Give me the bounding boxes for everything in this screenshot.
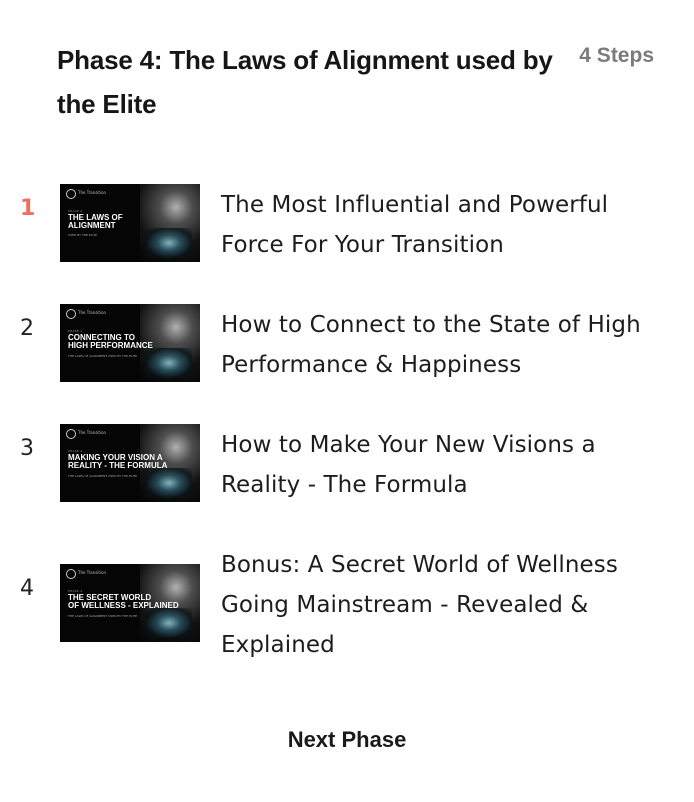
phase-title: Phase 4: The Laws of Alignment used by t… (57, 45, 553, 119)
step-item-2[interactable]: 2 The Transition PHASE 4 CONNECTING TO H… (0, 304, 694, 384)
thumbnail-subtitle: THE LAWS OF ALIGNMENT USED BY THE ELITE (68, 614, 138, 618)
thumbnail-image-decoration (146, 608, 192, 638)
step-title[interactable]: The Most Influential and Powerful Force … (221, 185, 671, 265)
step-thumbnail[interactable]: The Transition PHASE 4 MAKING YOUR VISIO… (60, 424, 200, 502)
thumbnail-brand: The Transition (78, 570, 107, 575)
circle-logo-icon (66, 309, 76, 319)
step-number: 1 (20, 196, 36, 221)
thumbnail-subtitle: THE LAWS OF ALIGNMENT USED BY THE ELITE (68, 354, 138, 358)
step-title[interactable]: How to Connect to the State of High Perf… (221, 305, 671, 385)
thumbnail-subtitle: USED BY THE ELITE (68, 233, 98, 237)
thumbnail-heading: CONNECTING TO HIGH PERFORMANCE (68, 333, 153, 350)
step-item-1[interactable]: 1 The Transition PHASE 4 THE LAWS OF ALI… (0, 184, 694, 264)
circle-logo-icon (66, 569, 76, 579)
thumbnail-heading: THE SECRET WORLD OF WELLNESS - EXPLAINED (68, 593, 179, 610)
step-number: 4 (20, 576, 34, 601)
circle-logo-icon (66, 189, 76, 199)
thumbnail-image-decoration (146, 348, 192, 378)
thumbnail-image-decoration (146, 228, 192, 258)
step-thumbnail[interactable]: The Transition PHASE 4 THE LAWS OF ALIGN… (60, 184, 200, 262)
step-number: 3 (20, 436, 34, 461)
step-item-4[interactable]: 4 The Transition PHASE 4 THE SECRET WORL… (0, 544, 694, 664)
step-thumbnail[interactable]: The Transition PHASE 4 THE SECRET WORLD … (60, 564, 200, 642)
thumbnail-brand: The Transition (78, 310, 107, 315)
circle-logo-icon (66, 429, 76, 439)
step-title[interactable]: How to Make Your New Visions a Reality -… (221, 425, 671, 505)
step-thumbnail[interactable]: The Transition PHASE 4 CONNECTING TO HIG… (60, 304, 200, 382)
thumbnail-image-decoration (146, 468, 192, 498)
step-number: 2 (20, 316, 34, 341)
thumbnail-brand: The Transition (78, 430, 107, 435)
step-item-3[interactable]: 3 The Transition PHASE 4 MAKING YOUR VIS… (0, 424, 694, 504)
step-title[interactable]: Bonus: A Secret World of Wellness Going … (221, 545, 671, 665)
step-count: 4 Steps (579, 44, 654, 67)
thumbnail-heading: THE LAWS OF ALIGNMENT (68, 213, 123, 230)
thumbnail-subtitle: THE LAWS OF ALIGNMENT USED BY THE ELITE (68, 474, 138, 478)
thumbnail-brand: The Transition (78, 190, 107, 195)
next-phase-button[interactable]: Next Phase (0, 722, 694, 758)
thumbnail-heading: MAKING YOUR VISION A REALITY - THE FORMU… (68, 453, 168, 470)
